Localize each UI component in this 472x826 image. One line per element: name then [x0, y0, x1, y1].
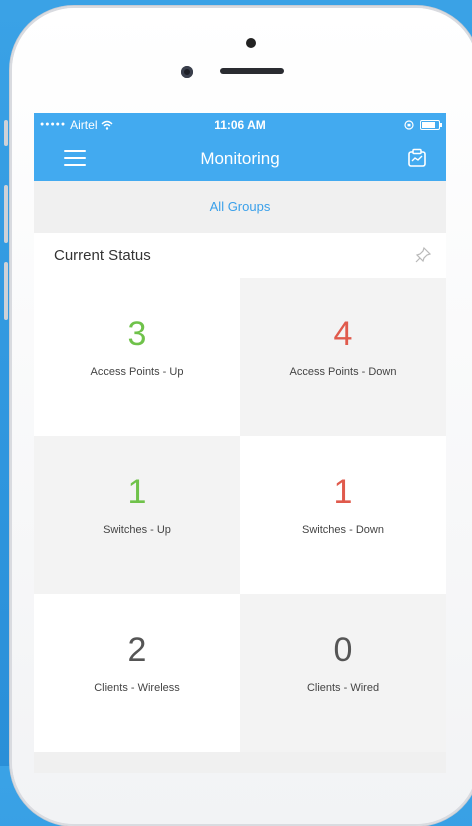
hamburger-icon-line	[64, 164, 86, 166]
volume-up-button	[4, 185, 8, 243]
all-groups-link[interactable]: All Groups	[210, 199, 271, 214]
orientation-lock-icon	[404, 119, 414, 130]
clipboard-chart-icon	[408, 148, 426, 167]
pin-icon[interactable]	[414, 246, 432, 264]
tile-switches-down[interactable]: 1 Switches - Down	[240, 436, 446, 594]
app-screen: ●●●●● Airtel 11:06 AM Monitoring All Gro…	[34, 113, 446, 773]
current-status-header: Current Status	[34, 233, 446, 278]
tile-value: 1	[333, 473, 353, 511]
tile-value: 0	[333, 631, 353, 669]
report-button[interactable]	[406, 147, 428, 169]
hamburger-menu-button[interactable]	[64, 150, 86, 166]
page-title: Monitoring	[200, 148, 280, 168]
front-camera	[181, 66, 193, 78]
hamburger-icon-line	[64, 157, 86, 159]
tile-value: 2	[127, 631, 147, 669]
tile-label: Switches - Up	[103, 524, 171, 536]
tile-label: Access Points - Up	[90, 366, 184, 378]
proximity-sensor	[246, 38, 256, 48]
tile-value: 1	[127, 473, 147, 511]
section-title: Current Status	[54, 247, 151, 264]
mute-switch	[4, 120, 8, 146]
status-bar: ●●●●● Airtel 11:06 AM	[34, 113, 446, 136]
group-filter-bar: All Groups	[34, 181, 446, 231]
tile-label: Access Points - Down	[289, 366, 397, 378]
nav-bar: Monitoring	[34, 136, 446, 181]
battery-icon	[420, 119, 442, 130]
hamburger-icon	[64, 150, 86, 152]
status-right	[404, 119, 442, 130]
tile-label: Clients - Wireless	[94, 682, 180, 694]
tile-label: Clients - Wired	[306, 682, 380, 694]
tile-clients-wired[interactable]: 0 Clients - Wired	[240, 594, 446, 752]
tile-switches-up[interactable]: 1 Switches - Up	[34, 436, 240, 594]
tile-value: 4	[333, 315, 353, 353]
tile-value: 3	[127, 315, 147, 353]
status-time: 11:06 AM	[214, 117, 266, 132]
tile-label: Switches - Down	[302, 524, 384, 536]
earpiece-speaker	[220, 68, 284, 74]
tile-access-points-down[interactable]: 4 Access Points - Down	[240, 278, 446, 436]
volume-down-button	[4, 262, 8, 320]
tile-clients-wireless[interactable]: 2 Clients - Wireless	[34, 594, 240, 752]
status-grid: 3 Access Points - Up 4 Access Points - D…	[34, 278, 446, 752]
tile-access-points-up[interactable]: 3 Access Points - Up	[34, 278, 240, 436]
